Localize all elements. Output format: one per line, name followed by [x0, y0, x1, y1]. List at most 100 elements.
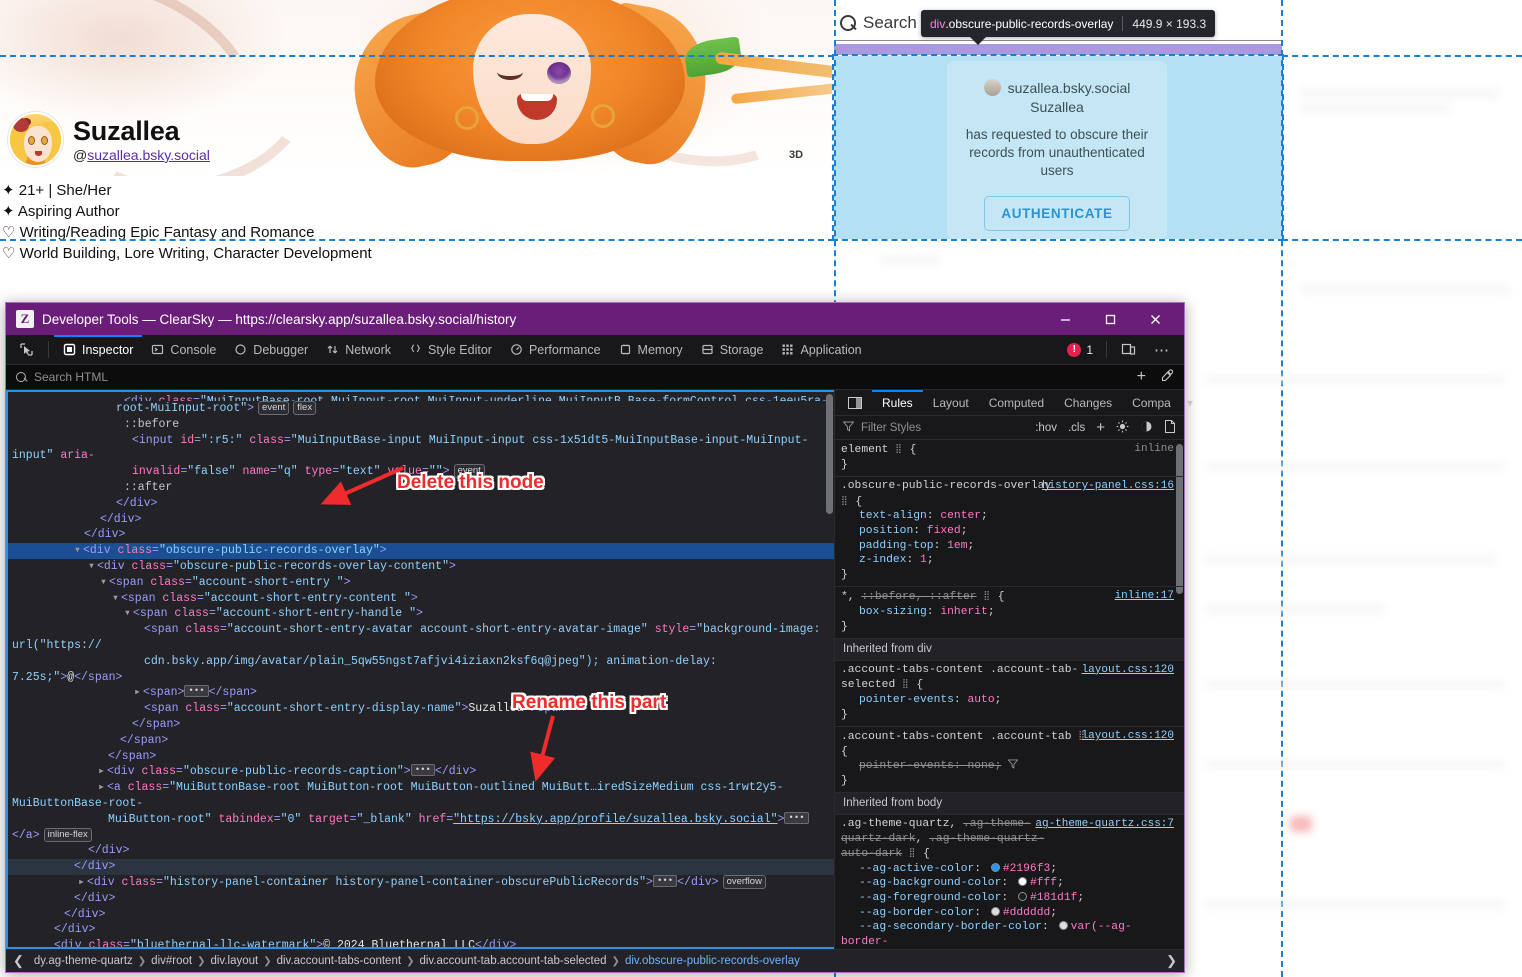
css-rule[interactable]: layout.css:120 .account-tabs-content .ac…	[835, 661, 1184, 728]
tab-debugger[interactable]: Debugger	[225, 335, 317, 365]
markup-line[interactable]: </div>	[8, 512, 834, 528]
tab-rules[interactable]: Rules	[872, 390, 923, 416]
close-button[interactable]	[1133, 303, 1178, 335]
css-value[interactable]: auto	[967, 694, 994, 706]
markup-line[interactable]: <div class="MuiInputBase-root MuiInput-r…	[8, 394, 834, 401]
markup-line[interactable]: ▸ <a class="MuiButtonBase-root MuiButton-…	[8, 780, 834, 812]
sidebar-toggle-icon[interactable]	[838, 390, 872, 416]
markup-line[interactable]: <input id=":r5:" class="MuiInputBase-inp…	[8, 433, 834, 465]
tab-network[interactable]: Network	[317, 335, 400, 365]
breadcrumb-item[interactable]: div.layout	[205, 955, 263, 967]
css-property[interactable]: --ag-foreground-color	[841, 891, 1001, 906]
breadcrumb-item-selected[interactable]: div.obscure-public-records-overlay	[620, 955, 805, 967]
devtools-more-menu-button[interactable]: ⋯	[1145, 335, 1178, 365]
color-swatch[interactable]	[990, 862, 1000, 872]
markup-line[interactable]: root-MuiInput-root"> event flex	[8, 401, 834, 417]
markup-line[interactable]: <div class="bluethernal-llc-watermark">©…	[8, 938, 834, 947]
markup-line[interactable]: ::before	[8, 417, 834, 433]
css-value[interactable]: 1em	[947, 540, 967, 552]
markup-line[interactable]: </div>	[8, 907, 834, 923]
markup-line[interactable]: ▾ <span class="account-short-entry ">	[8, 575, 834, 591]
css-value[interactable]: #dddddd	[1003, 907, 1050, 919]
tab-changes[interactable]: Changes	[1054, 390, 1122, 416]
rule-selector[interactable]: .obscure-public-records-overlay	[841, 480, 1051, 492]
css-value[interactable]: center	[940, 510, 981, 522]
tab-console[interactable]: Console	[142, 335, 225, 365]
add-rule-button[interactable]: +	[1096, 419, 1105, 436]
dark-mode-icon[interactable]	[1140, 420, 1153, 436]
dom-breadcrumb-bar[interactable]: ❮ dy.ag-theme-quartz ❯ div#root ❯ div.layo…	[6, 949, 1184, 972]
maximize-button[interactable]	[1088, 303, 1133, 335]
tab-application[interactable]: Application	[772, 335, 870, 365]
color-swatch[interactable]	[1017, 892, 1027, 902]
filter-styles-input[interactable]: Filter Styles	[861, 422, 921, 434]
tab-layout[interactable]: Layout	[923, 390, 979, 416]
css-property[interactable]: --ag-secondary-border-color	[841, 920, 1042, 935]
css-property[interactable]: --ag-border-color	[841, 906, 974, 921]
css-rule[interactable]: ag-theme-quartz.css:7 .ag-theme-quartz, …	[835, 815, 1184, 949]
rule-selector-part[interactable]: ::before, ::after	[861, 591, 976, 603]
tab-computed[interactable]: Computed	[979, 390, 1054, 416]
authenticate-button[interactable]: AUTHENTICATE	[984, 196, 1130, 231]
tab-performance[interactable]: Performance	[501, 335, 610, 365]
breadcrumb-item[interactable]: div#root	[146, 955, 197, 967]
chevron-down-icon[interactable]: ▾	[1181, 396, 1199, 410]
html-search-bar[interactable]: Search HTML +	[6, 365, 1184, 390]
breadcrumb-item[interactable]: div.account-tab.account-tab-selected	[414, 955, 611, 967]
rule-selector[interactable]: element	[841, 444, 888, 456]
markup-line[interactable]: ▸ <div class="history-panel-container his…	[8, 874, 834, 891]
light-mode-icon[interactable]	[1116, 420, 1129, 436]
css-property[interactable]: position	[841, 524, 913, 539]
css-rules-list[interactable]: inline element ⣿ { } history-panel.css:1…	[835, 440, 1184, 949]
markup-line[interactable]: </div>	[8, 843, 834, 859]
css-property[interactable]: --ag-background-color	[841, 876, 1001, 891]
color-swatch[interactable]	[990, 906, 1000, 916]
markup-line[interactable]: </span>	[8, 717, 834, 733]
rule-source[interactable]: inline:17	[1115, 589, 1174, 604]
markup-line[interactable]: </span>	[8, 733, 834, 749]
minimize-button[interactable]	[1043, 303, 1088, 335]
css-value[interactable]: inherit	[940, 606, 987, 618]
css-property[interactable]: --ag-active-color	[841, 862, 974, 877]
tab-inspector[interactable]: Inspector	[54, 335, 142, 365]
error-count-badge[interactable]: ! 1	[1059, 342, 1101, 357]
markup-line[interactable]: <span class="account-short-entry-display…	[8, 701, 834, 717]
markup-line[interactable]: MuiButton-root" tabindex="0" target="_bl…	[8, 811, 834, 844]
eyedropper-icon[interactable]	[1160, 368, 1174, 386]
hover-states-button[interactable]: :hov	[1035, 422, 1057, 434]
rule-selector[interactable]: .account-tabs-content .account-tab-	[841, 664, 1078, 676]
markup-line[interactable]: </span>	[8, 749, 834, 765]
element-classes-button[interactable]: .cls	[1068, 422, 1085, 434]
print-media-icon[interactable]	[1164, 419, 1176, 436]
rule-source[interactable]: layout.css:120	[1082, 663, 1174, 678]
tab-memory[interactable]: Memory	[610, 335, 692, 365]
css-property[interactable]: padding-top	[841, 539, 934, 554]
css-property-disabled[interactable]: pointer-events: none;	[841, 759, 1001, 774]
rule-selector-part[interactable]: *,	[841, 591, 861, 603]
markup-line[interactable]: </div>	[8, 527, 834, 543]
rule-source[interactable]: layout.css:120	[1082, 729, 1174, 744]
tab-style-editor[interactable]: Style Editor	[400, 335, 501, 365]
css-rule[interactable]: inline element ⣿ { }	[835, 440, 1184, 478]
markup-line[interactable]: </div>	[8, 859, 834, 875]
tab-compatibility[interactable]: Compa	[1122, 390, 1181, 416]
markup-line[interactable]: ▸ <span> ••• </span>	[8, 685, 834, 701]
markup-line[interactable]: ▸ <div class="obscure-public-records-capt…	[8, 764, 834, 780]
css-property[interactable]: pointer-events	[841, 693, 954, 708]
rule-selector[interactable]: .account-tabs-content .account-tab	[841, 731, 1072, 743]
markup-scrollbar[interactable]	[826, 394, 833, 514]
css-rule[interactable]: inline:17 *, ::before, ::after ⣿ { box-s…	[835, 587, 1184, 640]
breadcrumb-item[interactable]: dy.ag-theme-quartz	[29, 955, 138, 967]
markup-line[interactable]: </div>	[8, 922, 834, 938]
color-swatch[interactable]	[1017, 877, 1027, 887]
profile-avatar[interactable]	[8, 112, 63, 167]
markup-line[interactable]: cdn.bsky.app/img/avatar/plain_5qw55ngst7…	[8, 654, 834, 686]
rule-source[interactable]: history-panel.css:16	[1042, 479, 1174, 494]
color-swatch[interactable]	[1058, 921, 1068, 931]
responsive-design-mode-icon[interactable]	[1112, 335, 1145, 365]
markup-line[interactable]: ▾ <div class="obscure-public-records-over…	[8, 559, 834, 575]
profile-handle-link[interactable]: suzallea.bsky.social	[87, 147, 210, 163]
markup-line[interactable]: </div>	[8, 891, 834, 907]
markup-line[interactable]: ▾ <span class="account-short-entry-handle…	[8, 606, 834, 622]
css-value[interactable]: #181d1f	[1030, 892, 1077, 904]
